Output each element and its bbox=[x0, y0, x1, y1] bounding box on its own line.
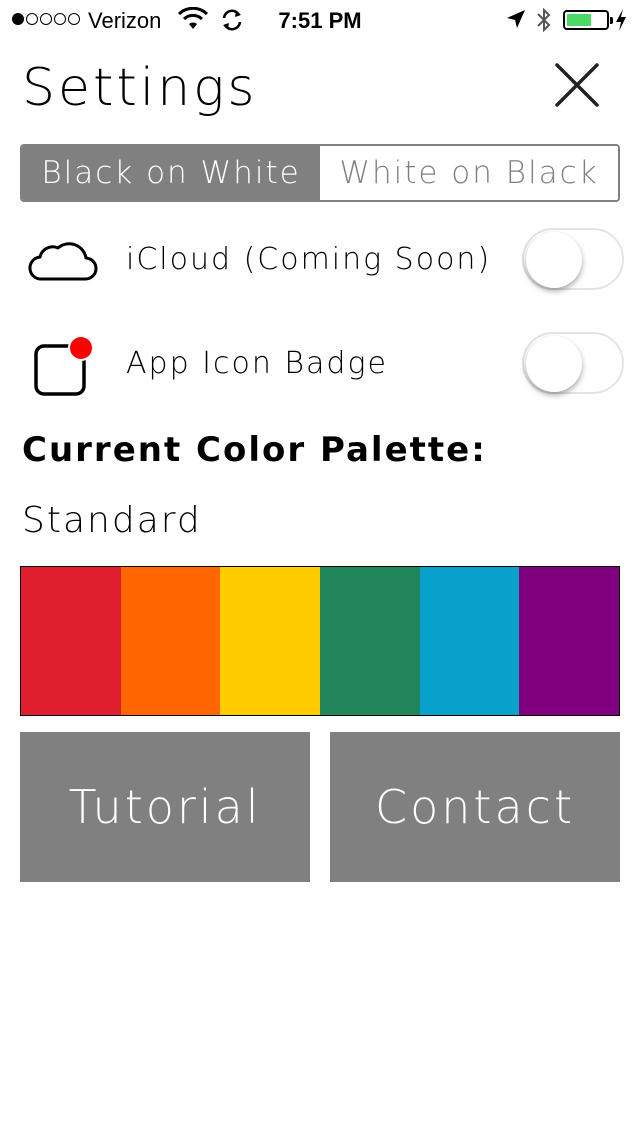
theme-option-white-on-black[interactable]: White on Black bbox=[320, 146, 618, 200]
theme-option-black-on-white[interactable]: Black on White bbox=[22, 146, 320, 200]
close-icon[interactable] bbox=[552, 60, 602, 110]
app-badge-icon bbox=[34, 335, 94, 396]
palette-swatch-3 bbox=[220, 567, 321, 715]
toggle-knob bbox=[526, 336, 582, 392]
cloud-icon bbox=[28, 242, 98, 281]
color-palette-strip[interactable] bbox=[20, 566, 620, 716]
palette-heading: Current Color Palette: bbox=[22, 430, 487, 470]
palette-swatch-5 bbox=[419, 567, 520, 715]
icloud-toggle[interactable] bbox=[522, 228, 624, 290]
palette-name: Standard bbox=[22, 500, 202, 541]
palette-swatch-1 bbox=[21, 567, 121, 715]
toggle-knob bbox=[526, 232, 582, 288]
tutorial-button[interactable]: Tutorial bbox=[20, 732, 310, 882]
location-arrow-icon bbox=[507, 10, 525, 28]
bluetooth-icon bbox=[537, 7, 551, 33]
app-icon-badge-setting-row: App Icon Badge bbox=[0, 330, 640, 400]
battery-icon bbox=[563, 10, 613, 30]
contact-button[interactable]: Contact bbox=[330, 732, 620, 882]
status-bar: Verizon 7:51 PM bbox=[0, 0, 640, 40]
icloud-label: iCloud (Coming Soon) bbox=[126, 242, 492, 277]
palette-swatch-6 bbox=[519, 567, 620, 715]
app-icon-badge-label: App Icon Badge bbox=[126, 346, 388, 381]
theme-segmented-control: Black on White White on Black bbox=[20, 144, 620, 202]
palette-swatch-4 bbox=[320, 567, 420, 715]
page-title: Settings bbox=[22, 58, 258, 118]
palette-swatch-2 bbox=[120, 567, 221, 715]
charging-bolt-icon bbox=[616, 9, 626, 31]
icloud-setting-row: iCloud (Coming Soon) bbox=[0, 226, 640, 296]
app-icon-badge-toggle[interactable] bbox=[522, 332, 624, 394]
